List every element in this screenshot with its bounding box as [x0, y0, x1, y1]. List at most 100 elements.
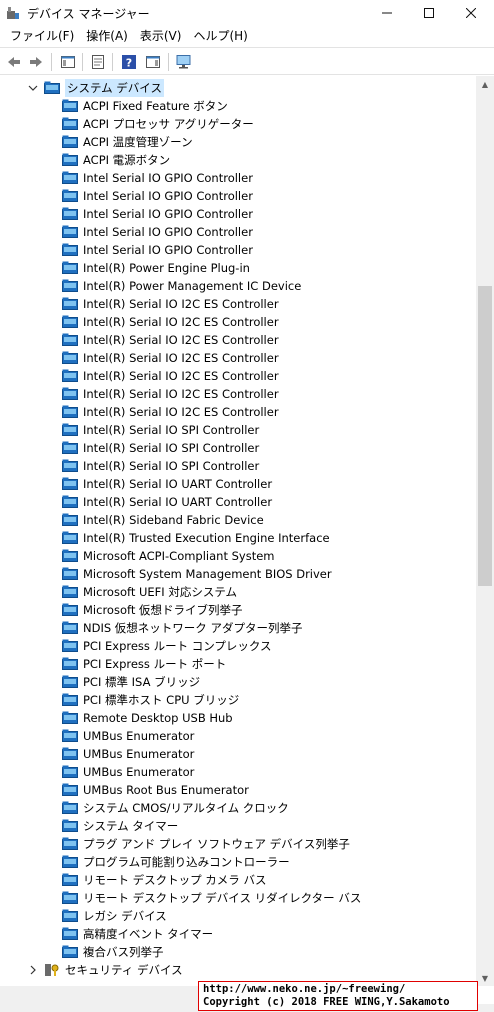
device-label: Microsoft System Management BIOS Driver [83, 567, 332, 581]
device-item[interactable]: Remote Desktop USB Hub [62, 709, 233, 727]
chevron-right-icon[interactable] [27, 964, 39, 976]
device-item[interactable]: Intel(R) Serial IO I2C ES Controller [62, 385, 279, 403]
device-item[interactable]: 高精度イベント タイマー [62, 925, 213, 943]
device-item[interactable]: NDIS 仮想ネットワーク アダプター列挙子 [62, 619, 302, 637]
system-device-icon [62, 891, 78, 904]
device-item[interactable]: Microsoft UEFI 対応システム [62, 583, 237, 601]
device-manager-icon [7, 7, 19, 19]
device-item[interactable]: PCI Express ルート コンプレックス [62, 637, 272, 655]
menu-file[interactable]: ファイル(F) [4, 26, 80, 46]
device-item[interactable]: ACPI プロセッサ アグリゲーター [62, 115, 254, 133]
menu-help[interactable]: ヘルプ(H) [187, 26, 253, 46]
device-item[interactable]: Intel(R) Serial IO SPI Controller [62, 439, 259, 457]
device-item[interactable]: ACPI 温度管理ゾーン [62, 133, 193, 151]
chevron-down-icon[interactable] [27, 82, 39, 94]
device-item[interactable]: レガシ デバイス [62, 907, 167, 925]
vertical-scrollbar[interactable]: ▲ ▼ [476, 76, 494, 986]
device-item[interactable]: Intel(R) Serial IO UART Controller [62, 475, 272, 493]
system-device-icon [62, 189, 78, 202]
device-label: Intel(R) Serial IO I2C ES Controller [83, 387, 279, 401]
system-device-icon [62, 657, 78, 670]
device-item[interactable]: ACPI Fixed Feature ボタン [62, 97, 228, 115]
device-item[interactable]: Intel Serial IO GPIO Controller [62, 187, 253, 205]
device-item[interactable]: Intel(R) Power Engine Plug-in [62, 259, 250, 277]
menu-action[interactable]: 操作(A) [80, 26, 134, 46]
system-device-icon [62, 99, 78, 112]
category-label: システム デバイス [65, 79, 164, 97]
device-tree[interactable]: システム デバイス ACPI Fixed Feature ボタン ACPI プロセ… [0, 76, 476, 986]
device-item[interactable]: Intel(R) Serial IO UART Controller [62, 493, 272, 511]
properties-button[interactable] [88, 52, 108, 72]
device-item[interactable]: Intel(R) Serial IO I2C ES Controller [62, 295, 279, 313]
system-device-icon [62, 945, 78, 958]
device-item[interactable]: Microsoft System Management BIOS Driver [62, 565, 332, 583]
device-label: システム タイマー [83, 819, 179, 833]
system-device-icon [62, 135, 78, 148]
device-item[interactable]: UMBus Enumerator [62, 745, 194, 763]
device-item[interactable]: リモート デスクトップ カメラ バス [62, 871, 266, 889]
maximize-button[interactable] [408, 0, 450, 26]
device-item[interactable]: Intel(R) Trusted Execution Engine Interf… [62, 529, 330, 547]
device-item[interactable]: UMBus Root Bus Enumerator [62, 781, 249, 799]
device-item[interactable]: Microsoft 仮想ドライブ列挙子 [62, 601, 243, 619]
system-device-icon [62, 153, 78, 166]
device-item[interactable]: Intel(R) Serial IO SPI Controller [62, 457, 259, 475]
device-item[interactable]: プログラム可能割り込みコントローラー [62, 853, 290, 871]
device-item[interactable]: Intel Serial IO GPIO Controller [62, 223, 253, 241]
close-button[interactable] [450, 0, 492, 26]
system-device-icon [62, 927, 78, 940]
device-label: Intel(R) Serial IO I2C ES Controller [83, 369, 279, 383]
system-device-icon [62, 387, 78, 400]
device-item[interactable]: システム タイマー [62, 817, 178, 835]
device-label: 高精度イベント タイマー [83, 927, 214, 941]
system-device-icon [62, 531, 78, 544]
device-item[interactable]: Intel(R) Serial IO I2C ES Controller [62, 331, 279, 349]
device-item[interactable]: Intel(R) Serial IO I2C ES Controller [62, 367, 279, 385]
device-label: UMBus Enumerator [83, 729, 195, 743]
device-label: ACPI 電源ボタン [83, 153, 171, 167]
device-item[interactable]: Intel(R) Serial IO I2C ES Controller [62, 313, 279, 331]
forward-button[interactable] [26, 52, 46, 72]
device-item[interactable]: Intel Serial IO GPIO Controller [62, 205, 253, 223]
device-item[interactable]: PCI 標準ホスト CPU ブリッジ [62, 691, 239, 709]
device-label: UMBus Enumerator [83, 765, 195, 779]
device-item[interactable]: リモート デスクトップ デバイス リダイレクター バス [62, 889, 361, 907]
system-device-icon [62, 477, 78, 490]
device-item[interactable]: 複合バス列挙子 [62, 943, 164, 961]
action-pane-button[interactable] [143, 52, 163, 72]
scrollbar-thumb[interactable] [478, 286, 492, 586]
device-item[interactable]: PCI Express ルート ポート [62, 655, 226, 673]
device-item[interactable]: UMBus Enumerator [62, 763, 194, 781]
scan-hardware-button[interactable] [174, 52, 194, 72]
scroll-down-arrow-icon[interactable]: ▼ [476, 970, 494, 986]
device-item[interactable]: Intel(R) Sideband Fabric Device [62, 511, 264, 529]
device-label: Microsoft ACPI-Compliant System [83, 549, 275, 563]
device-item[interactable]: Intel Serial IO GPIO Controller [62, 169, 253, 187]
device-item[interactable]: Intel Serial IO GPIO Controller [62, 241, 253, 259]
system-device-icon [62, 855, 78, 868]
device-item[interactable]: ACPI 電源ボタン [62, 151, 170, 169]
device-label: Intel Serial IO GPIO Controller [83, 171, 253, 185]
system-device-icon [62, 675, 78, 688]
device-item[interactable]: プラグ アンド プレイ ソフトウェア デバイス列挙子 [62, 835, 350, 853]
device-item[interactable]: Intel(R) Serial IO I2C ES Controller [62, 403, 279, 421]
toolbar: ? [0, 47, 494, 75]
minimize-button[interactable] [366, 0, 408, 26]
system-device-icon [62, 369, 78, 382]
console-tree-button[interactable] [58, 52, 78, 72]
system-device-icon [62, 909, 78, 922]
scroll-up-arrow-icon[interactable]: ▲ [476, 76, 494, 92]
system-device-icon [62, 765, 78, 778]
menu-view[interactable]: 表示(V) [134, 26, 188, 46]
device-item[interactable]: Microsoft ACPI-Compliant System [62, 547, 275, 565]
device-item[interactable]: システム CMOS/リアルタイム クロック [62, 799, 289, 817]
forward-arrow-icon [30, 57, 42, 67]
device-item[interactable]: Intel(R) Serial IO SPI Controller [62, 421, 259, 439]
system-device-icon [62, 711, 78, 724]
device-item[interactable]: UMBus Enumerator [62, 727, 194, 745]
help-button[interactable]: ? [119, 52, 139, 72]
back-button[interactable] [4, 52, 24, 72]
device-item[interactable]: Intel(R) Power Management IC Device [62, 277, 301, 295]
device-item[interactable]: Intel(R) Serial IO I2C ES Controller [62, 349, 279, 367]
device-item[interactable]: PCI 標準 ISA ブリッジ [62, 673, 200, 691]
